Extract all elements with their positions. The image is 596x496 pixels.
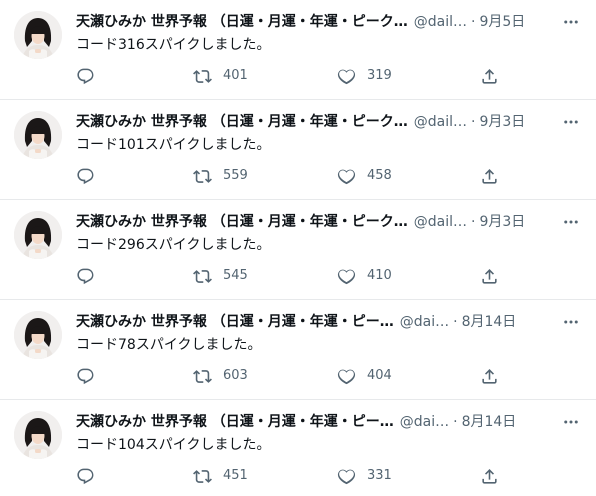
share-button[interactable]: [480, 464, 499, 488]
more-icon[interactable]: [560, 12, 582, 32]
avatar[interactable]: [14, 111, 62, 159]
like-count: 410: [367, 268, 392, 283]
avatar[interactable]: [14, 311, 62, 359]
retweet-button[interactable]: 545: [193, 264, 248, 288]
separator-dot: ·: [453, 314, 458, 330]
like-icon: [337, 467, 356, 486]
tweet[interactable]: 天瀬ひみか 世界予報 （日運・月運・年運・ピーク… @dail… · 9月3日 …: [0, 100, 596, 200]
author-name[interactable]: 天瀬ひみか 世界予報 （日運・月運・年運・ピー…: [76, 312, 394, 332]
share-icon: [480, 367, 499, 386]
more-icon[interactable]: [560, 212, 582, 232]
like-button[interactable]: 404: [337, 364, 392, 388]
tweet-date[interactable]: 9月3日: [479, 112, 525, 132]
author-name[interactable]: 天瀬ひみか 世界予報 （日運・月運・年運・ピーク…: [76, 12, 408, 32]
avatar[interactable]: [14, 211, 62, 259]
share-button[interactable]: [480, 164, 499, 188]
tweet-timeline: 天瀬ひみか 世界予報 （日運・月運・年運・ピーク… @dail… · 9月5日 …: [0, 0, 596, 496]
reply-icon: [76, 467, 95, 486]
tweet-header: 天瀬ひみか 世界予報 （日運・月運・年運・ピーク… @dail… · 9月3日: [76, 112, 546, 132]
tweet-text: コード296スパイクしました。: [76, 237, 271, 253]
author-handle[interactable]: @dail…: [414, 112, 467, 132]
like-button[interactable]: 410: [337, 264, 392, 288]
share-icon: [480, 467, 499, 486]
avatar[interactable]: [14, 11, 62, 59]
share-icon: [480, 167, 499, 186]
retweet-button[interactable]: 401: [193, 64, 248, 88]
tweet[interactable]: 天瀬ひみか 世界予報 （日運・月運・年運・ピー… @dai… · 8月14日 コ…: [0, 400, 596, 496]
tweet-date[interactable]: 9月5日: [479, 12, 525, 32]
tweet[interactable]: 天瀬ひみか 世界予報 （日運・月運・年運・ピー… @dai… · 8月14日 コ…: [0, 300, 596, 400]
author-name[interactable]: 天瀬ひみか 世界予報 （日運・月運・年運・ピーク…: [76, 112, 408, 132]
retweet-icon: [193, 167, 212, 186]
retweet-icon: [193, 467, 212, 486]
tweet-header: 天瀬ひみか 世界予報 （日運・月運・年運・ピー… @dai… · 8月14日: [76, 312, 546, 332]
author-handle[interactable]: @dai…: [400, 312, 449, 332]
reply-icon: [76, 367, 95, 386]
retweet-button[interactable]: 603: [193, 364, 248, 388]
retweet-icon: [193, 367, 212, 386]
tweet-text: コード78スパイクしました。: [76, 337, 262, 353]
like-icon: [337, 167, 356, 186]
like-icon: [337, 67, 356, 86]
separator-dot: ·: [471, 14, 476, 30]
tweet[interactable]: 天瀬ひみか 世界予報 （日運・月運・年運・ピーク… @dail… · 9月3日 …: [0, 200, 596, 300]
more-icon[interactable]: [560, 412, 582, 432]
reply-icon: [76, 167, 95, 186]
more-icon[interactable]: [560, 112, 582, 132]
reply-button[interactable]: [76, 364, 95, 388]
share-button[interactable]: [480, 64, 499, 88]
like-icon: [337, 267, 356, 286]
retweet-count: 559: [223, 168, 248, 183]
tweet-header: 天瀬ひみか 世界予報 （日運・月運・年運・ピーク… @dail… · 9月5日: [76, 12, 546, 32]
author-name[interactable]: 天瀬ひみか 世界予報 （日運・月運・年運・ピー…: [76, 412, 394, 432]
tweet[interactable]: 天瀬ひみか 世界予報 （日運・月運・年運・ピーク… @dail… · 9月5日 …: [0, 0, 596, 100]
like-button[interactable]: 458: [337, 164, 392, 188]
retweet-icon: [193, 67, 212, 86]
reply-icon: [76, 67, 95, 86]
reply-button[interactable]: [76, 164, 95, 188]
retweet-count: 545: [223, 268, 248, 283]
separator-dot: ·: [471, 214, 476, 230]
separator-dot: ·: [471, 114, 476, 130]
tweet-date[interactable]: 9月3日: [479, 212, 525, 232]
author-handle[interactable]: @dail…: [414, 212, 467, 232]
avatar[interactable]: [14, 411, 62, 459]
separator-dot: ·: [453, 414, 458, 430]
like-button[interactable]: 319: [337, 64, 392, 88]
tweet-date[interactable]: 8月14日: [462, 412, 517, 432]
like-count: 404: [367, 368, 392, 383]
share-button[interactable]: [480, 264, 499, 288]
author-handle[interactable]: @dai…: [400, 412, 449, 432]
retweet-icon: [193, 267, 212, 286]
share-icon: [480, 267, 499, 286]
like-count: 319: [367, 68, 392, 83]
tweet-text: コード316スパイクしました。: [76, 37, 271, 53]
tweet-header: 天瀬ひみか 世界予報 （日運・月運・年運・ピー… @dai… · 8月14日: [76, 412, 546, 432]
tweet-date[interactable]: 8月14日: [462, 312, 517, 332]
share-button[interactable]: [480, 364, 499, 388]
like-count: 458: [367, 168, 392, 183]
retweet-count: 603: [223, 368, 248, 383]
reply-button[interactable]: [76, 64, 95, 88]
share-icon: [480, 67, 499, 86]
tweet-text: コード104スパイクしました。: [76, 437, 271, 453]
reply-icon: [76, 267, 95, 286]
like-count: 331: [367, 468, 392, 483]
retweet-button[interactable]: 559: [193, 164, 248, 188]
more-icon[interactable]: [560, 312, 582, 332]
author-handle[interactable]: @dail…: [414, 12, 467, 32]
reply-button[interactable]: [76, 464, 95, 488]
reply-button[interactable]: [76, 264, 95, 288]
retweet-count: 401: [223, 68, 248, 83]
like-icon: [337, 367, 356, 386]
author-name[interactable]: 天瀬ひみか 世界予報 （日運・月運・年運・ピーク…: [76, 212, 408, 232]
retweet-button[interactable]: 451: [193, 464, 248, 488]
tweet-text: コード101スパイクしました。: [76, 137, 271, 153]
retweet-count: 451: [223, 468, 248, 483]
like-button[interactable]: 331: [337, 464, 392, 488]
tweet-header: 天瀬ひみか 世界予報 （日運・月運・年運・ピーク… @dail… · 9月3日: [76, 212, 546, 232]
